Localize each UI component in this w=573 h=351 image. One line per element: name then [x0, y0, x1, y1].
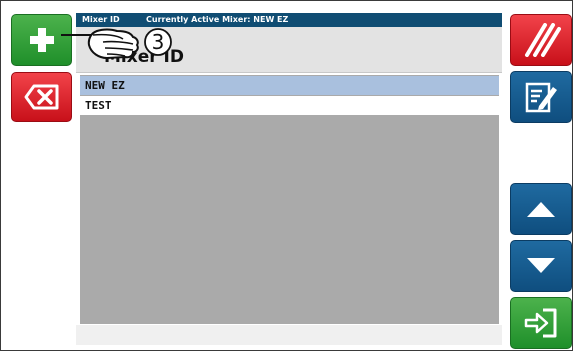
- slash-lines-icon: [525, 23, 561, 57]
- list-item-selected[interactable]: NEW EZ: [80, 76, 499, 95]
- pointer-annotation: 3: [59, 25, 175, 65]
- scroll-up-button[interactable]: [510, 183, 572, 235]
- arrow-into-box-icon: [524, 308, 557, 338]
- scroll-down-button[interactable]: [510, 240, 572, 292]
- triangle-up-icon: [527, 202, 555, 217]
- mixer-id-screen: Mixer ID Currently Active Mixer: NEW EZ …: [0, 0, 573, 351]
- mixer-list[interactable]: NEW EZ TEST: [80, 75, 499, 324]
- enter-button[interactable]: [510, 297, 572, 349]
- edit-document-icon: [525, 82, 557, 113]
- plus-icon: [29, 28, 54, 52]
- step-number: 3: [151, 30, 165, 54]
- list-item[interactable]: TEST: [80, 96, 499, 115]
- pointing-hand-icon: [61, 28, 139, 60]
- edit-mixer-button[interactable]: [510, 71, 572, 123]
- backspace-x-icon: [24, 84, 58, 110]
- footer-strip: [76, 325, 502, 345]
- delete-mixer-button[interactable]: [11, 72, 72, 122]
- clear-button[interactable]: [510, 14, 572, 66]
- triangle-down-icon: [527, 258, 555, 273]
